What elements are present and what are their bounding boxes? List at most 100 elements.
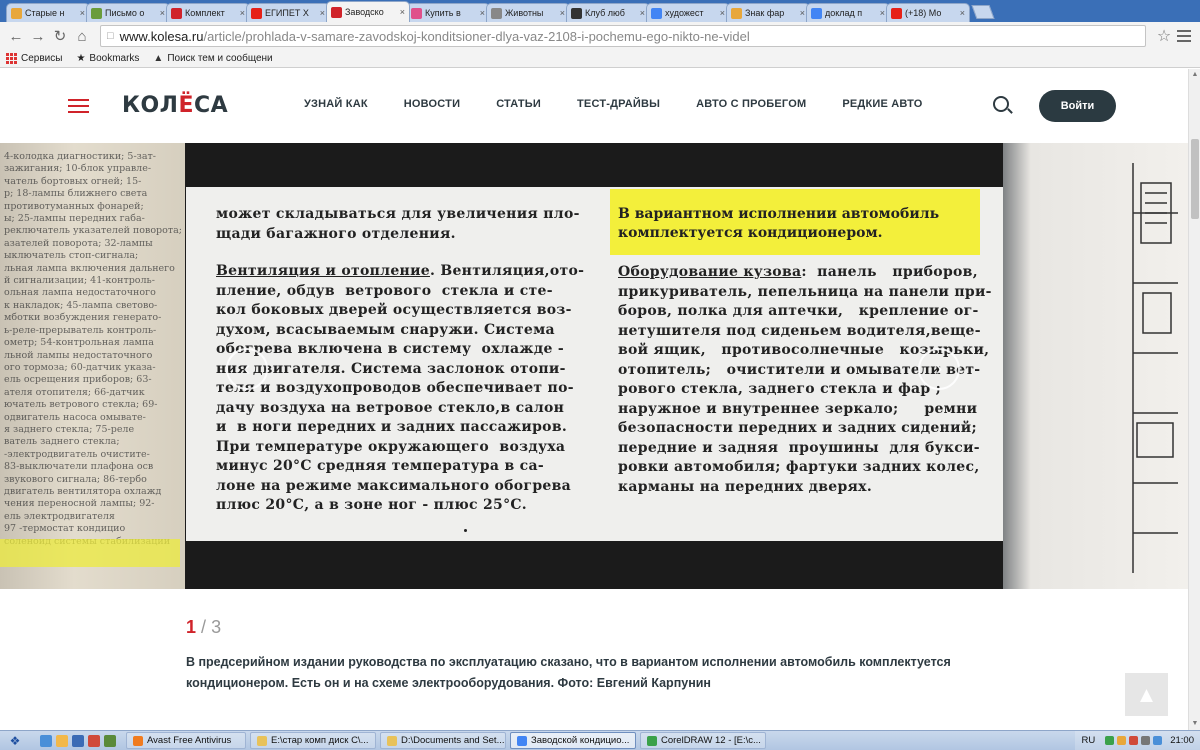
nav-item[interactable]: РЕДКИЕ АВТО: [842, 98, 922, 110]
browser-tab[interactable]: Заводско ×: [326, 1, 410, 22]
scan-line: передние и задняя проушины для букси-: [618, 439, 980, 456]
search-icon[interactable]: [993, 96, 1009, 112]
gallery-next-button[interactable]: ›: [918, 348, 960, 390]
close-tab-icon[interactable]: ×: [80, 8, 85, 18]
forward-icon[interactable]: →: [28, 26, 48, 46]
browser-tab[interactable]: художест ×: [646, 3, 730, 22]
gallery-next-slide[interactable]: [1003, 143, 1188, 589]
logo-part: СА: [194, 93, 229, 118]
close-tab-icon[interactable]: ×: [400, 7, 405, 17]
browser-tab[interactable]: доклад п ×: [806, 3, 890, 22]
close-tab-icon[interactable]: ×: [880, 8, 885, 18]
start-button[interactable]: ❖: [4, 732, 26, 750]
desktop-icon[interactable]: [40, 734, 52, 747]
scroll-up-icon[interactable]: ▲: [1189, 69, 1200, 81]
home-icon[interactable]: ⌂: [72, 26, 92, 46]
scan-line: В вариантном исполнении автомобиль: [618, 206, 940, 222]
side-slide-line: й сигнализации; 41-контроль-: [4, 275, 155, 287]
browser-tab[interactable]: Письмо о ×: [86, 3, 170, 22]
side-slide-line: к накладок; 45-лампа светово-: [4, 299, 158, 311]
browser-tab[interactable]: ЕГИПЕТ Х ×: [246, 3, 330, 22]
nav-item[interactable]: АВТО С ПРОБЕГОМ: [696, 98, 806, 110]
chrome-icon[interactable]: [56, 734, 68, 747]
gallery-counter-total: 3: [211, 617, 222, 637]
url-domain: www.kolesa.ru: [119, 28, 204, 44]
media-icon[interactable]: [88, 734, 100, 747]
reload-icon[interactable]: ↻: [50, 26, 70, 46]
close-tab-icon[interactable]: ×: [160, 8, 165, 18]
close-tab-icon[interactable]: ×: [240, 8, 245, 18]
bookmark-label: Сервисы: [21, 53, 63, 64]
address-bar[interactable]: □ www.kolesa.ru/article/prohlada-v-samar…: [100, 25, 1146, 47]
gallery-prev-button[interactable]: ‹: [226, 348, 268, 390]
login-button[interactable]: Войти: [1039, 90, 1116, 122]
side-slide-line: 4-колодка диагностики; 5-зат-: [4, 151, 156, 162]
hamburger-menu-icon[interactable]: [68, 99, 89, 113]
close-tab-icon[interactable]: ×: [720, 8, 725, 18]
bookmark-label: Bookmarks: [89, 53, 140, 64]
taskbar-item[interactable]: E:\стар комп диск С\...: [250, 732, 376, 749]
photo-edge: [186, 541, 1003, 589]
browser-tab[interactable]: Знак фар ×: [726, 3, 810, 22]
tab-label: доклад п: [825, 8, 863, 18]
favicon-icon: [331, 6, 342, 18]
task-label: E:\стар комп диск С\...: [271, 735, 369, 746]
network-icon[interactable]: [1153, 736, 1163, 745]
language-indicator[interactable]: RU: [1081, 735, 1095, 746]
close-tab-icon[interactable]: ×: [560, 8, 565, 18]
close-tab-icon[interactable]: ×: [480, 8, 485, 18]
scan-line: : панель приборов,: [801, 264, 978, 280]
tray-app-icon[interactable]: [1117, 736, 1127, 745]
ie-icon[interactable]: [72, 734, 84, 747]
tray-app-icon[interactable]: [1129, 736, 1139, 745]
taskbar-item[interactable]: D:\Documents and Set...: [380, 732, 506, 749]
volume-icon[interactable]: [1141, 736, 1151, 745]
bookmark-forum-search[interactable]: ▲ Поиск тем и сообщени: [153, 53, 272, 64]
taskbar-item[interactable]: Avast Free Antivirus: [126, 732, 246, 749]
bookmark-star-icon[interactable]: ☆: [1154, 26, 1174, 46]
side-slide-line: звукового сигнала; 86-тербо: [4, 473, 147, 485]
close-tab-icon[interactable]: ×: [640, 8, 645, 18]
scan-left-column: может складываться для увеличения пло-ща…: [216, 205, 586, 516]
tab-label: Знак фар: [745, 8, 785, 18]
browser-tab[interactable]: Старые н ×: [6, 3, 90, 22]
scroll-to-top-button[interactable]: ▲: [1125, 673, 1168, 716]
system-tray: RU 21:00: [1075, 731, 1200, 750]
back-icon[interactable]: ←: [6, 26, 26, 46]
browser-tab[interactable]: Животны ×: [486, 3, 570, 22]
tray-app-icon[interactable]: [1105, 736, 1115, 745]
browser-menu-icon[interactable]: [1174, 30, 1194, 42]
scrollbar-thumb[interactable]: [1191, 139, 1199, 219]
new-tab-button[interactable]: [971, 5, 995, 19]
taskbar-item[interactable]: CorelDRAW 12 - [E:\c...: [640, 732, 766, 749]
star-icon: ★: [76, 53, 86, 64]
scan-line: карманы на передних дверях.: [618, 478, 873, 495]
browser-toolbar: ← → ↻ ⌂ □ www.kolesa.ru/article/prohlada…: [0, 22, 1200, 50]
gallery-prev-slide[interactable]: 4-колодка диагностики; 5-зат-зажигания; …: [0, 143, 185, 589]
nav-item[interactable]: ТЕСТ-ДРАЙВЫ: [577, 98, 660, 110]
close-tab-icon[interactable]: ×: [960, 8, 965, 18]
browser-tab[interactable]: Клуб люб ×: [566, 3, 650, 22]
scan-line: щади багажного отделения.: [216, 225, 456, 242]
site-logo[interactable]: КОЛЁСА: [122, 93, 228, 118]
bookmark-label: Поиск тем и сообщени: [167, 53, 273, 64]
close-tab-icon[interactable]: ×: [800, 8, 805, 18]
app-icon[interactable]: [104, 734, 116, 747]
page-content: КОЛЁСА УЗНАЙ КАК НОВОСТИ СТАТЬИ ТЕСТ-ДРАЙВЫ…: [0, 69, 1188, 730]
tab-label: Комплект: [185, 8, 225, 18]
bookmark-bookmarks[interactable]: ★ Bookmarks: [76, 53, 139, 64]
side-slide-line: ель электродвигателя: [4, 510, 115, 522]
close-tab-icon[interactable]: ×: [320, 8, 325, 18]
taskbar-item[interactable]: Заводской кондицио...: [510, 732, 636, 749]
bookmark-apps[interactable]: Сервисы: [6, 53, 62, 64]
nav-item[interactable]: СТАТЬИ: [496, 98, 541, 110]
nav-item[interactable]: НОВОСТИ: [404, 98, 460, 110]
browser-tab[interactable]: (+18) Мо ×: [886, 3, 970, 22]
clock[interactable]: 21:00: [1170, 735, 1194, 746]
task-app-icon: [387, 735, 397, 746]
scroll-down-icon[interactable]: ▼: [1189, 718, 1200, 730]
page-scrollbar[interactable]: ▲ ▼: [1188, 69, 1200, 730]
nav-item[interactable]: УЗНАЙ КАК: [304, 98, 368, 110]
browser-tab[interactable]: Комплект ×: [166, 3, 250, 22]
browser-tab[interactable]: Купить в ×: [406, 3, 490, 22]
